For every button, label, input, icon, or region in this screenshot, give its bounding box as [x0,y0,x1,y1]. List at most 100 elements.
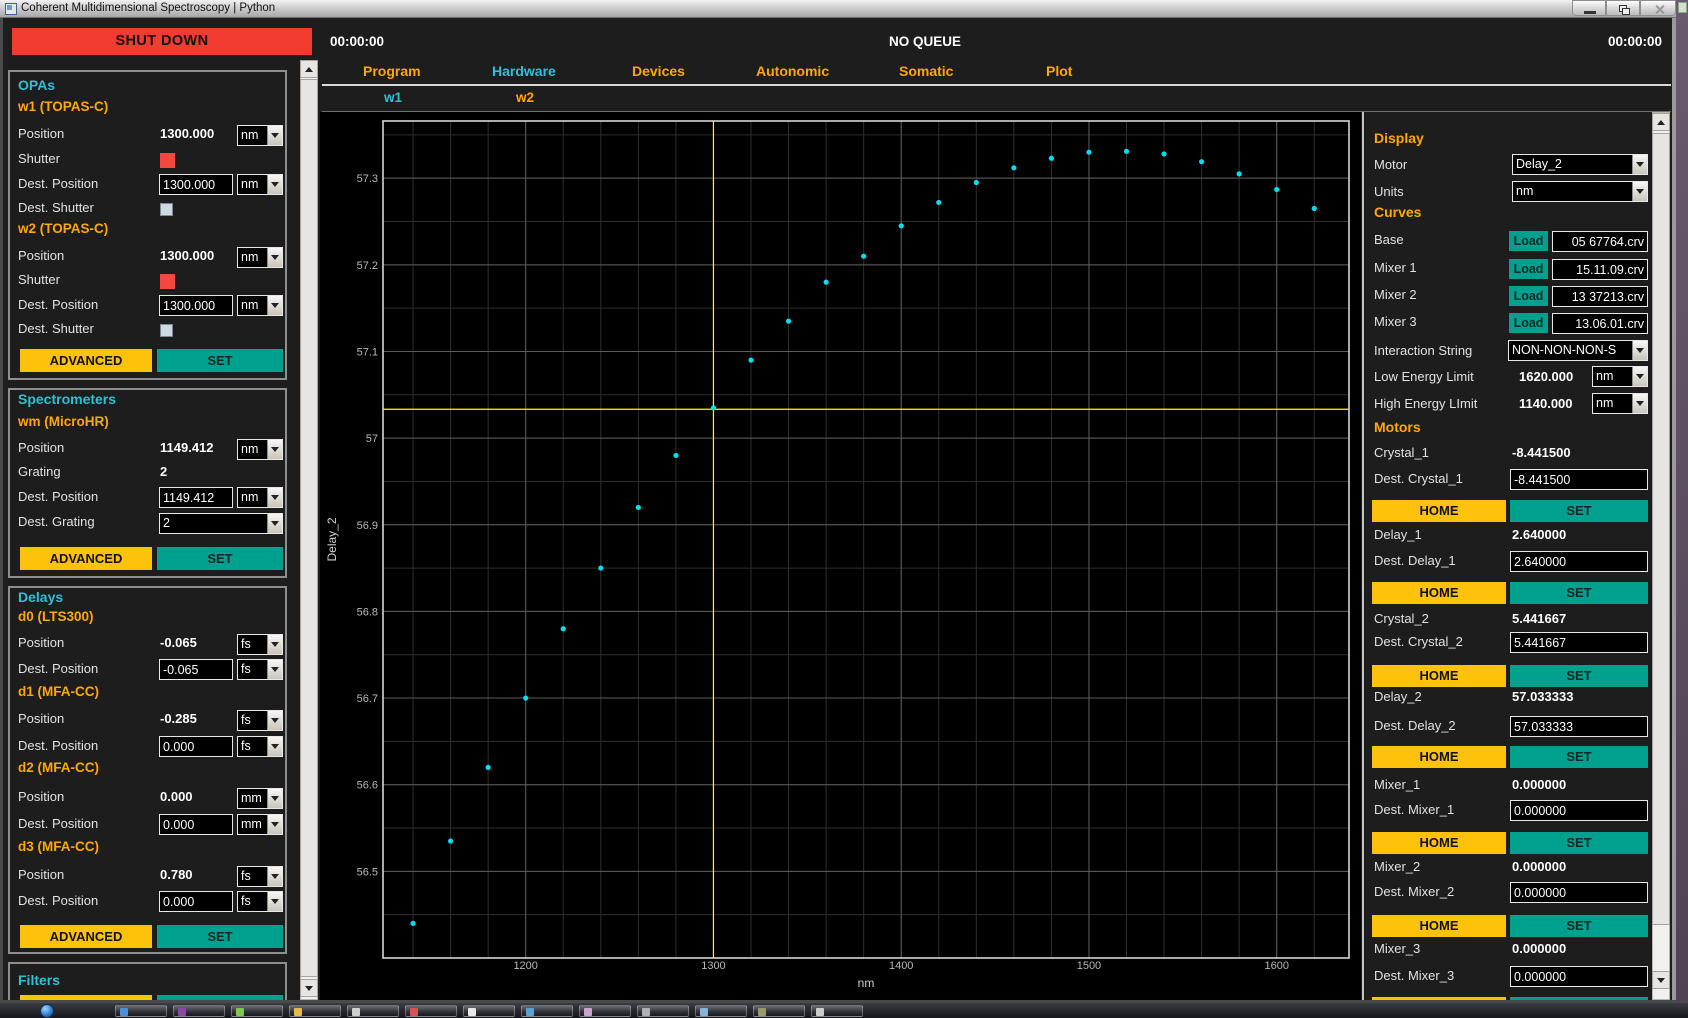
motor-delay-2-dest-input[interactable] [1510,716,1648,737]
motor-delay-1-dest-input[interactable] [1510,551,1648,572]
opa-w1-dest-shutter-checkbox[interactable] [160,203,173,216]
delays-set-button[interactable]: SET [157,925,283,948]
motor-crystal-1-set-button[interactable]: SET [1510,500,1648,522]
taskbar[interactable] [0,1003,1688,1018]
delay-d2-dest-position-input[interactable] [159,814,233,835]
opa-w2-position-unit-select[interactable]: nm [237,247,283,268]
start-button[interactable] [40,1004,54,1018]
delay-d0-dest-unit-select[interactable]: fs [237,659,283,680]
taskbar-app-button[interactable] [405,1005,457,1017]
motor-crystal-1-dest-input[interactable] [1510,469,1648,490]
opa-w2-dest-shutter-checkbox[interactable] [160,324,173,337]
delay-d0-position-unit-select[interactable]: fs [237,634,283,655]
wm-dest-grating-select[interactable]: 2 [159,513,283,534]
desktop-icon[interactable] [1678,2,1687,13]
opa-w1-dest-unit-select[interactable]: nm [237,174,283,195]
taskbar-app-button[interactable] [637,1005,689,1017]
motor-crystal-2-set-button[interactable]: SET [1510,665,1648,687]
motor-mixer-2-set-button[interactable]: SET [1510,915,1648,937]
minimize-button[interactable] [1572,0,1606,16]
curve-mixer2-load-button[interactable]: Load [1509,286,1548,306]
tab-program[interactable]: Program [363,63,421,79]
wm-dest-unit-select[interactable]: nm [237,487,283,508]
motor-delay-2-home-button[interactable]: HOME [1372,746,1506,768]
motor-crystal-1-home-button[interactable]: HOME [1372,500,1506,522]
tuning-curve-plot[interactable]: 1200130014001500160056.556.656.756.856.9… [320,112,1361,1000]
subtab-w1[interactable]: w1 [384,90,402,105]
low-energy-unit-select[interactable]: nm [1592,366,1648,387]
taskbar-app-button[interactable] [231,1005,283,1017]
opa-w2-shutter-indicator[interactable] [160,274,175,289]
right-panel-scrollbar-thumb[interactable] [1652,133,1670,925]
taskbar-app-button[interactable] [347,1005,399,1017]
taskbar-app-button[interactable] [695,1005,747,1017]
units-select[interactable]: nm [1512,181,1648,202]
delay-d1-position-unit-select[interactable]: fs [237,710,283,731]
title-bar[interactable]: Coherent Multidimensional Spectroscopy |… [0,0,1688,18]
interaction-string-select[interactable]: NON-NON-NON-S [1508,340,1648,361]
curve-base-load-button[interactable]: Load [1509,231,1548,251]
opas-set-button[interactable]: SET [157,349,283,372]
spectrometers-set-button[interactable]: SET [157,547,283,570]
scroll-down-icon[interactable] [300,979,318,997]
scroll-up-icon[interactable] [1652,113,1670,131]
opas-advanced-button[interactable]: ADVANCED [20,349,152,372]
taskbar-app-button[interactable] [115,1005,167,1017]
curve-mixer1-load-button[interactable]: Load [1509,259,1548,279]
motor-crystal-2-dest-input[interactable] [1510,632,1648,653]
motor-delay-2-set-button[interactable]: SET [1510,746,1648,768]
sidebar-scrollbar-thumb[interactable] [300,79,318,977]
taskbar-app-button[interactable] [289,1005,341,1017]
wm-dest-position-input[interactable] [159,487,233,508]
wm-position-unit-select[interactable]: nm [237,439,283,460]
scroll-up-icon[interactable] [300,60,318,78]
tab-autonomic[interactable]: Autonomic [756,63,829,79]
motor-mixer-2-home-button[interactable]: HOME [1372,915,1506,937]
taskbar-app-button[interactable] [753,1005,805,1017]
spectrometers-advanced-button[interactable]: ADVANCED [20,547,152,570]
high-energy-unit-select[interactable]: nm [1592,393,1648,414]
taskbar-app-button[interactable] [463,1005,515,1017]
motor-mixer-1-home-button[interactable]: HOME [1372,832,1506,854]
taskbar-app-button[interactable] [811,1005,863,1017]
opa-w1-position-unit-select[interactable]: nm [237,125,283,146]
motor-delay-1-set-button[interactable]: SET [1510,582,1648,604]
tab-hardware[interactable]: Hardware [492,63,556,79]
motor-crystal-2-home-button[interactable]: HOME [1372,665,1506,687]
motor-select[interactable]: Delay_2 [1512,154,1648,175]
motor-mixer-3-dest-input[interactable] [1510,966,1648,987]
tab-plot[interactable]: Plot [1046,63,1072,79]
opa-w1-shutter-indicator[interactable] [160,153,175,168]
motor-mixer-1-set-button[interactable]: SET [1510,832,1648,854]
opa-w2-dest-unit-select[interactable]: nm [237,295,283,316]
delay-d3-dest-unit-select[interactable]: fs [237,891,283,912]
close-button[interactable] [1640,0,1676,16]
scroll-down-icon[interactable] [1652,971,1670,989]
motor-delay-1-home-button[interactable]: HOME [1372,582,1506,604]
taskbar-app-button[interactable] [173,1005,225,1017]
tab-somatic[interactable]: Somatic [899,63,953,79]
opa-w1-dest-position-input[interactable] [159,174,233,195]
delay-d3-dest-position-input[interactable] [159,891,233,912]
delay-d2-position-unit-select[interactable]: mm [237,788,283,809]
delay-d3-position-unit-select[interactable]: fs [237,866,283,887]
curve-mixer3-file-input[interactable] [1552,313,1648,334]
delay-d2-dest-unit-select[interactable]: mm [237,814,283,835]
curve-mixer2-file-input[interactable] [1552,286,1648,307]
motor-mixer-2-dest-input[interactable] [1510,882,1648,903]
taskbar-app-button[interactable] [579,1005,631,1017]
delay-d0-dest-position-input[interactable] [159,659,233,680]
motor-mixer-1-dest-input[interactable] [1510,800,1648,821]
tab-devices[interactable]: Devices [632,63,685,79]
taskbar-app-button[interactable] [521,1005,573,1017]
delays-advanced-button[interactable]: ADVANCED [20,925,152,948]
delay-d1-dest-position-input[interactable] [159,736,233,757]
delay-d1-dest-unit-select[interactable]: fs [237,736,283,757]
subtab-w2[interactable]: w2 [516,90,534,105]
curve-mixer3-load-button[interactable]: Load [1509,313,1548,333]
curve-base-file-input[interactable] [1552,231,1648,252]
shutdown-button[interactable]: SHUT DOWN [12,28,312,55]
restore-button[interactable] [1606,0,1640,16]
opa-w2-dest-position-input[interactable] [159,295,233,316]
curve-mixer1-file-input[interactable] [1552,259,1648,280]
